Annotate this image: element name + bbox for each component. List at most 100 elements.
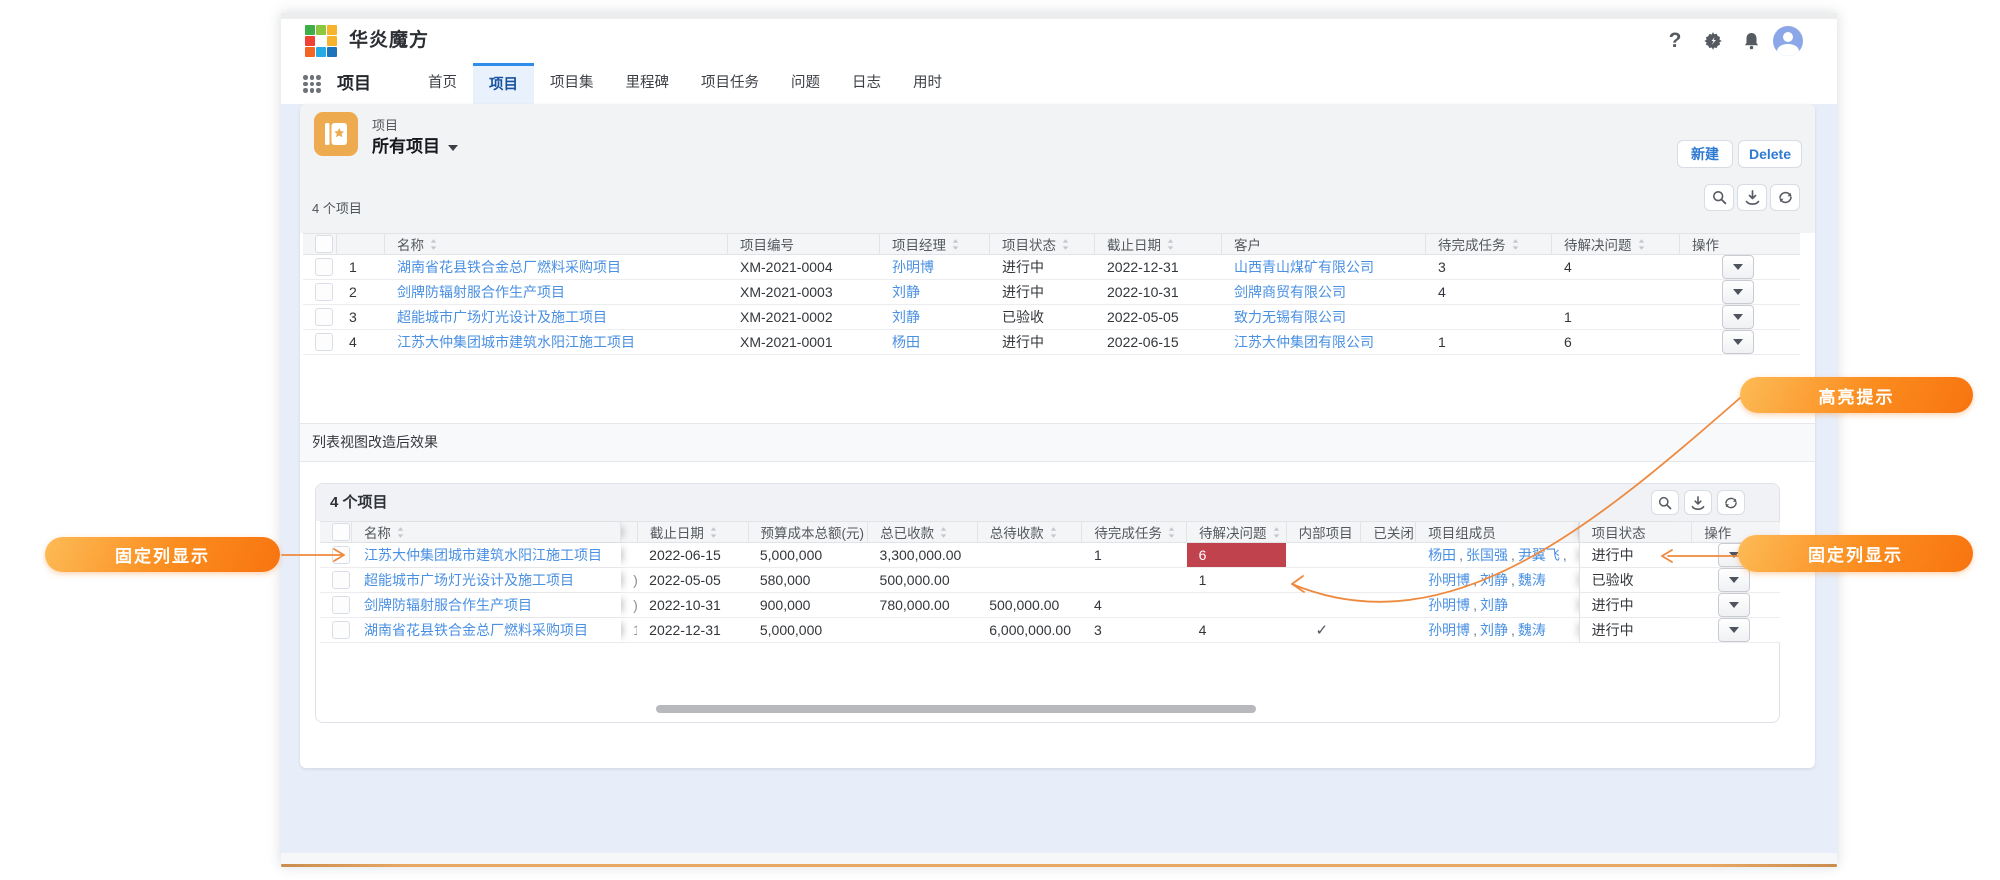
table-row: 江苏大仲集团城市建筑水阳江施工项目2022-06-155,000,0003,30…: [320, 543, 1780, 568]
member-link[interactable]: 孙明博: [1428, 570, 1470, 590]
column-header-issues-open[interactable]: 待解决问题: [1552, 234, 1680, 254]
total-received-cell: [868, 618, 978, 642]
tab-4[interactable]: 项目任务: [685, 63, 775, 104]
total-pending-cell: 6,000,000.00: [977, 618, 1082, 642]
issues-open-cell: [1187, 593, 1287, 617]
row-actions-dropdown[interactable]: [1722, 330, 1754, 354]
row-checkbox[interactable]: [332, 596, 350, 614]
projects-table: 名称项目编号项目经理项目状态截止日期客户待完成任务待解决问题操作1湖南省花县铁合…: [303, 233, 1800, 355]
new-button[interactable]: 新建: [1677, 140, 1733, 168]
select-cell: [303, 305, 337, 329]
user-avatar[interactable]: [1773, 26, 1803, 56]
member-link[interactable]: 刘静: [1480, 595, 1508, 615]
column-header-tasks-remaining[interactable]: 待完成任务: [1426, 234, 1552, 254]
export-download-icon[interactable]: [1684, 490, 1712, 515]
closed-flag-cell: [1361, 618, 1416, 642]
total-received-cell: 780,000.00: [868, 593, 978, 617]
column-header-project-name[interactable]: 名称: [385, 234, 728, 254]
column-header-due-date[interactable]: 截止日期: [1095, 234, 1222, 254]
customer-cell: 剑牌商贸有限公司: [1222, 280, 1426, 304]
closed-flag-cell: [1361, 568, 1416, 592]
select-all-checkbox[interactable]: [315, 235, 333, 253]
project-name-cell: 剑牌防辐射服合作生产项目: [352, 593, 621, 617]
project-manager-cell: 刘静: [880, 305, 990, 329]
member-link[interactable]: 魏涛: [1518, 570, 1546, 590]
column-header-total-pending[interactable]: 总待收款: [978, 522, 1083, 542]
table-row: 湖南省花县铁合金总厂燃料采购项目12022-12-315,000,0006,00…: [320, 618, 1780, 643]
project-code-cell: XM-2021-0002: [728, 305, 880, 329]
actions-cell: [1692, 593, 1780, 617]
table-row: 4江苏大仲集团城市建筑水阳江施工项目XM-2021-0001杨田进行中2022-…: [303, 330, 1800, 355]
app-launcher-icon[interactable]: [303, 75, 321, 93]
refresh-icon[interactable]: [1770, 184, 1800, 211]
row-number-cell: 2: [337, 280, 385, 304]
row-checkbox[interactable]: [332, 571, 350, 589]
member-link[interactable]: 孙明博: [1428, 620, 1470, 640]
app-logo[interactable]: [305, 25, 337, 57]
export-download-icon[interactable]: [1737, 184, 1767, 211]
tab-7[interactable]: 用时: [897, 63, 958, 104]
row-actions-dropdown[interactable]: [1722, 255, 1754, 279]
help-icon[interactable]: ?: [1661, 27, 1689, 55]
due-date-cell: 2022-06-15: [637, 543, 748, 567]
settings-gear-icon[interactable]: [1699, 27, 1727, 55]
row-checkbox[interactable]: [315, 333, 333, 351]
actions-cell: [1680, 305, 1800, 329]
column-header-project-manager[interactable]: 项目经理: [880, 234, 990, 254]
delete-button[interactable]: Delete: [1738, 140, 1802, 168]
column-header-project-name[interactable]: 名称: [352, 522, 621, 542]
row-actions-dropdown[interactable]: [1718, 618, 1750, 642]
column-header-select[interactable]: [303, 234, 337, 254]
tab-0[interactable]: 首页: [412, 63, 473, 104]
column-header-actions: 操作: [1680, 234, 1800, 254]
issues-open-cell: 4: [1552, 255, 1680, 279]
row-checkbox[interactable]: [332, 546, 350, 564]
column-header-total-received[interactable]: 总已收款: [868, 522, 978, 542]
member-link[interactable]: 尹翼飞: [1518, 545, 1560, 565]
row-checkbox[interactable]: [315, 308, 333, 326]
column-header-select[interactable]: [320, 522, 352, 542]
row-actions-dropdown[interactable]: [1718, 568, 1750, 592]
member-link[interactable]: 魏涛: [1518, 620, 1546, 640]
row-checkbox[interactable]: [332, 621, 350, 639]
column-header-tasks-remaining[interactable]: 待完成任务: [1082, 522, 1187, 542]
column-header-project-status[interactable]: 项目状态: [990, 234, 1095, 254]
row-actions-dropdown[interactable]: [1718, 593, 1750, 617]
tab-1[interactable]: 项目: [473, 63, 534, 104]
window-bottom-strip: [281, 853, 1837, 864]
row-checkbox[interactable]: [315, 258, 333, 276]
column-header-due-date[interactable]: 截止日期: [638, 522, 749, 542]
member-link[interactable]: 张国强: [1466, 545, 1508, 565]
budget-total-cell: 5,000,000: [748, 618, 868, 642]
clipped-column-cell: ): [621, 593, 637, 617]
member-link[interactable]: 孙明博: [1428, 595, 1470, 615]
member-link[interactable]: 刘静: [1480, 570, 1508, 590]
tab-2[interactable]: 项目集: [534, 63, 610, 104]
tab-5[interactable]: 问题: [775, 63, 836, 104]
column-header-issues-open[interactable]: 待解决问题: [1187, 522, 1287, 542]
horizontal-scrollbar[interactable]: [656, 705, 1256, 713]
member-link[interactable]: 刘静: [1480, 620, 1508, 640]
view-selector[interactable]: 所有项目: [372, 132, 458, 157]
search-icon[interactable]: [1704, 184, 1734, 211]
tab-bar: 项目 首页项目项目集里程碑项目任务问题日志用时: [281, 63, 1837, 106]
refresh-icon[interactable]: [1717, 490, 1745, 515]
table2-header-row: 名称截止日期预算成本总额(元)总已收款总待收款待完成任务待解决问题内部项目已关闭…: [320, 521, 1780, 543]
member-link[interactable]: 杨田: [1428, 545, 1456, 565]
caption-band: 列表视图改造后效果: [300, 423, 1815, 462]
total-received-cell: 3,300,000.00: [868, 543, 978, 567]
table-row: 1湖南省花县铁合金总厂燃料采购项目XM-2021-0004孙明博进行中2022-…: [303, 255, 1800, 280]
team-members-cell: 杨田,张国强,尹翼飞,: [1416, 543, 1579, 567]
issues-open-cell: 4: [1187, 618, 1287, 642]
row-actions-dropdown[interactable]: [1722, 305, 1754, 329]
tab-3[interactable]: 里程碑: [610, 63, 686, 104]
search-icon[interactable]: [1651, 490, 1679, 515]
select-all-checkbox[interactable]: [332, 523, 350, 541]
tab-6[interactable]: 日志: [836, 63, 897, 104]
nav-tabs: 首页项目项目集里程碑项目任务问题日志用时: [412, 63, 958, 104]
row-actions-dropdown[interactable]: [1722, 280, 1754, 304]
row-checkbox[interactable]: [315, 283, 333, 301]
notification-bell-icon[interactable]: [1737, 27, 1765, 55]
due-date-cell: 2022-05-05: [1095, 305, 1222, 329]
actions-cell: [1680, 330, 1800, 354]
